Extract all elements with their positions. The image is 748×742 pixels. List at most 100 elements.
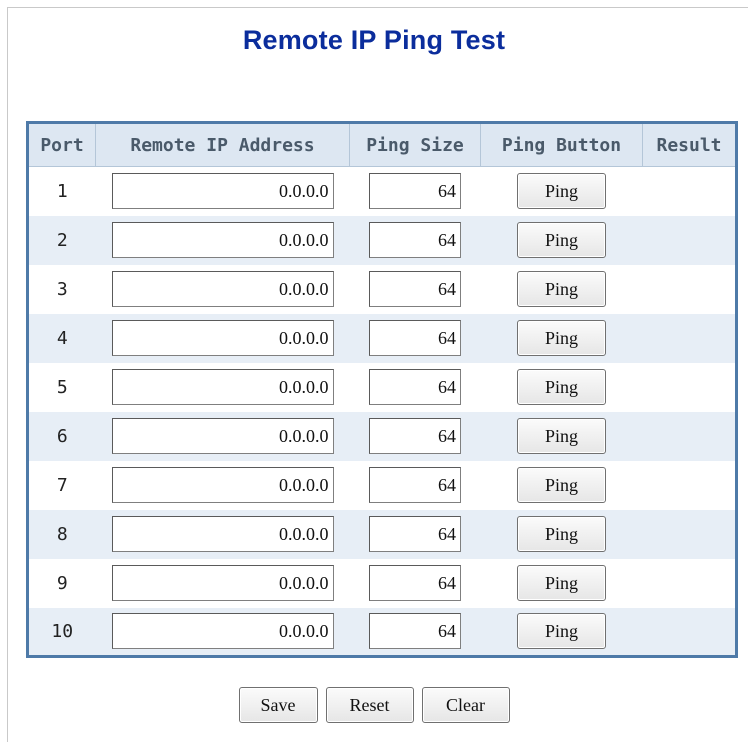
ping-button[interactable]: Ping — [517, 565, 606, 601]
remote-ip-input[interactable] — [111, 320, 334, 356]
ping-button[interactable]: Ping — [517, 418, 606, 454]
clear-button[interactable]: Clear — [421, 687, 510, 723]
port-number: 10 — [27, 607, 96, 657]
result-cell — [642, 215, 737, 265]
result-cell — [642, 264, 737, 314]
result-cell — [642, 607, 737, 657]
table-row: 3 Ping — [27, 264, 737, 314]
result-cell — [642, 313, 737, 363]
remote-ip-cell — [95, 411, 350, 461]
remote-ip-cell — [95, 313, 350, 363]
ping-size-input[interactable] — [369, 565, 461, 601]
table-row: 7 Ping — [27, 460, 737, 510]
remote-ip-cell — [95, 460, 350, 510]
ping-button-cell: Ping — [480, 313, 643, 363]
remote-ip-input[interactable] — [111, 222, 334, 258]
remote-ip-input[interactable] — [111, 369, 334, 405]
ping-size-cell — [349, 411, 481, 461]
reset-button[interactable]: Reset — [325, 687, 414, 723]
result-cell — [642, 460, 737, 510]
ping-button[interactable]: Ping — [517, 320, 606, 356]
ping-button-cell: Ping — [480, 558, 643, 608]
ping-button[interactable]: Ping — [517, 516, 606, 552]
ping-size-input[interactable] — [369, 173, 461, 210]
ping-size-cell — [349, 166, 481, 216]
ping-size-input[interactable] — [369, 516, 461, 552]
header-ping-button: Ping Button — [480, 122, 643, 167]
remote-ip-cell — [95, 607, 350, 657]
ping-size-cell — [349, 509, 481, 559]
result-cell — [642, 362, 737, 412]
table-row: 4 Ping — [27, 313, 737, 363]
ping-size-cell — [349, 607, 481, 657]
save-button[interactable]: Save — [238, 687, 318, 723]
remote-ip-cell — [95, 166, 350, 216]
ping-table: Port Remote IP Address Ping Size Ping Bu… — [26, 121, 738, 658]
ping-size-cell — [349, 313, 481, 363]
table-header-row: Port Remote IP Address Ping Size Ping Bu… — [27, 122, 737, 167]
table-row: 2 Ping — [27, 215, 737, 265]
remote-ip-input[interactable] — [111, 173, 334, 210]
port-number: 6 — [27, 411, 96, 461]
ping-button-cell: Ping — [480, 411, 643, 461]
table-row: 1 Ping — [27, 166, 737, 216]
ping-button[interactable]: Ping — [517, 613, 606, 650]
ping-size-input[interactable] — [369, 222, 461, 258]
result-cell — [642, 411, 737, 461]
ping-size-cell — [349, 460, 481, 510]
remote-ip-input[interactable] — [111, 613, 334, 650]
ping-size-cell — [349, 215, 481, 265]
remote-ip-cell — [95, 509, 350, 559]
table-row: 9 Ping — [27, 558, 737, 608]
ping-button[interactable]: Ping — [517, 467, 606, 503]
result-cell — [642, 166, 737, 216]
remote-ip-input[interactable] — [111, 418, 334, 454]
port-number: 5 — [27, 362, 96, 412]
remote-ip-input[interactable] — [111, 271, 334, 307]
port-number: 7 — [27, 460, 96, 510]
header-ping-size: Ping Size — [349, 122, 481, 167]
port-number: 1 — [27, 166, 96, 216]
header-result: Result — [642, 122, 737, 167]
port-number: 3 — [27, 264, 96, 314]
ping-button-cell: Ping — [480, 607, 643, 657]
remote-ip-cell — [95, 362, 350, 412]
ping-button[interactable]: Ping — [517, 369, 606, 405]
ping-size-input[interactable] — [369, 418, 461, 454]
ping-button[interactable]: Ping — [517, 222, 606, 258]
remote-ip-cell — [95, 264, 350, 314]
page-title: Remote IP Ping Test — [242, 25, 506, 55]
ping-button-cell: Ping — [480, 509, 643, 559]
remote-ip-cell — [95, 215, 350, 265]
ping-button-cell: Ping — [480, 215, 643, 265]
ping-size-cell — [349, 362, 481, 412]
remote-ip-input[interactable] — [111, 565, 334, 601]
header-port: Port — [27, 122, 96, 167]
port-number: 4 — [27, 313, 96, 363]
table-row: 6 Ping — [27, 411, 737, 461]
ping-size-input[interactable] — [369, 369, 461, 405]
table-row: 8 Ping — [27, 509, 737, 559]
remote-ip-input[interactable] — [111, 516, 334, 552]
ping-button-cell: Ping — [480, 362, 643, 412]
result-cell — [642, 558, 737, 608]
header-remote-ip: Remote IP Address — [95, 122, 350, 167]
ping-size-cell — [349, 558, 481, 608]
ping-button[interactable]: Ping — [517, 271, 606, 307]
ping-button-cell: Ping — [480, 166, 643, 216]
ping-size-input[interactable] — [369, 613, 461, 650]
remote-ip-input[interactable] — [111, 467, 334, 503]
ping-size-input[interactable] — [369, 320, 461, 356]
ping-button[interactable]: Ping — [517, 173, 606, 210]
table-row: 10 Ping — [27, 607, 737, 657]
ping-button-cell: Ping — [480, 460, 643, 510]
ping-size-input[interactable] — [369, 271, 461, 307]
remote-ip-cell — [95, 558, 350, 608]
ping-button-cell: Ping — [480, 264, 643, 314]
ping-size-cell — [349, 264, 481, 314]
ping-size-input[interactable] — [369, 467, 461, 503]
table-row: 5 Ping — [27, 362, 737, 412]
port-number: 8 — [27, 509, 96, 559]
result-cell — [642, 509, 737, 559]
action-buttons: Save Reset Clear — [0, 687, 748, 723]
